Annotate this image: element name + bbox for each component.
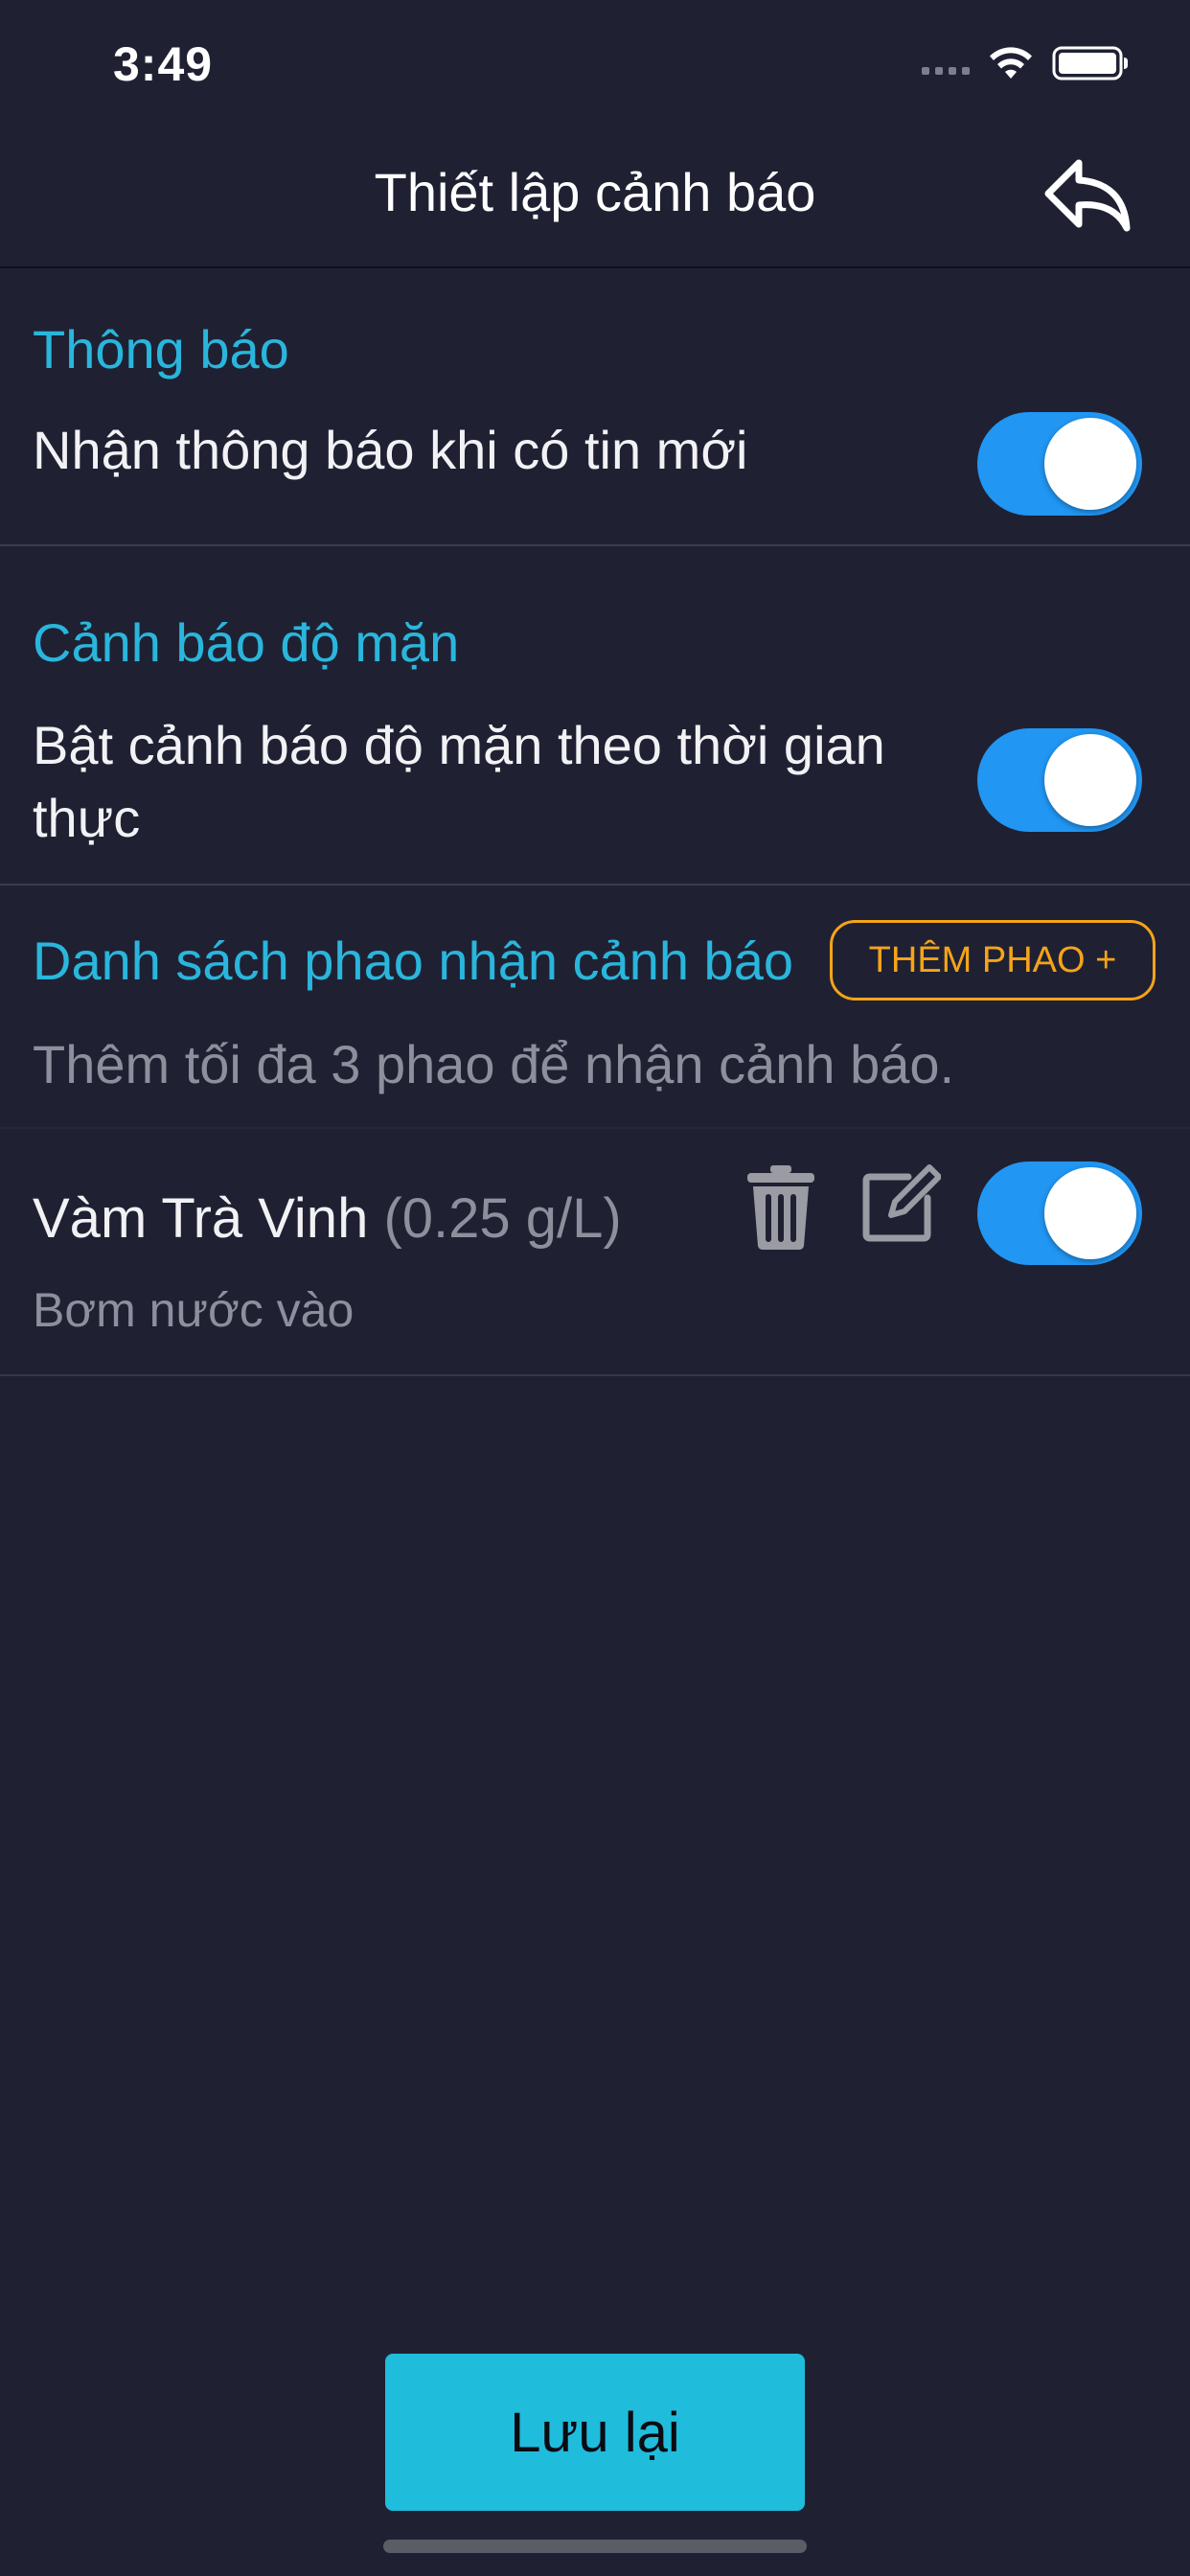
battery-icon	[1052, 46, 1128, 80]
divider	[0, 1374, 1190, 1376]
delete-buoy-button[interactable]	[745, 1163, 816, 1252]
wifi-icon	[990, 47, 1032, 79]
status-icons	[922, 44, 1129, 82]
status-time: 3:49	[113, 37, 214, 91]
reply-arrow-icon	[1044, 159, 1131, 232]
signal-icon	[922, 44, 970, 82]
toggle-knob	[1044, 418, 1136, 510]
edit-icon	[862, 1164, 942, 1242]
toggle-knob	[1044, 1167, 1136, 1259]
divider	[0, 884, 1190, 886]
notifications-label: Nhận thông báo khi có tin mới	[33, 420, 748, 480]
back-button[interactable]	[1042, 155, 1134, 236]
nav-header: Thiết lập cảnh báo	[0, 126, 1190, 268]
notifications-toggle[interactable]	[977, 412, 1142, 516]
buoy-action: Bơm nước vào	[33, 1283, 355, 1337]
buoy-name-text: Vàm Trà Vinh	[33, 1187, 369, 1250]
section-title-buoy-list: Danh sách phao nhận cảnh báo	[33, 931, 793, 991]
edit-buoy-button[interactable]	[860, 1163, 942, 1244]
save-button[interactable]: Lưu lại	[385, 2354, 805, 2511]
buoy-alert-toggle[interactable]	[977, 1162, 1142, 1265]
buoy-name: Vàm Trà Vinh (0.25 g/L)	[33, 1186, 622, 1251]
home-indicator	[383, 2540, 807, 2553]
toggle-knob	[1044, 734, 1136, 826]
salinity-label: Bật cảnh báo độ mặn theo thời gian thực	[33, 715, 885, 848]
salinity-toggle[interactable]	[977, 728, 1142, 832]
list-item: Vàm Trà Vinh (0.25 g/L) Bơm nước vào	[0, 1127, 1190, 1376]
buoy-list-hint: Thêm tối đa 3 phao để nhận cảnh báo.	[33, 1034, 955, 1094]
section-title-salinity: Cảnh báo độ mặn	[33, 612, 460, 673]
page-title: Thiết lập cảnh báo	[374, 162, 816, 222]
trash-icon	[747, 1165, 814, 1250]
status-bar: 3:49	[0, 0, 1190, 126]
divider	[0, 544, 1190, 546]
buoy-salinity-value: (0.25 g/L)	[383, 1187, 622, 1250]
section-title-notifications: Thông báo	[33, 319, 289, 380]
add-buoy-button[interactable]: THÊM PHAO +	[830, 920, 1156, 1000]
